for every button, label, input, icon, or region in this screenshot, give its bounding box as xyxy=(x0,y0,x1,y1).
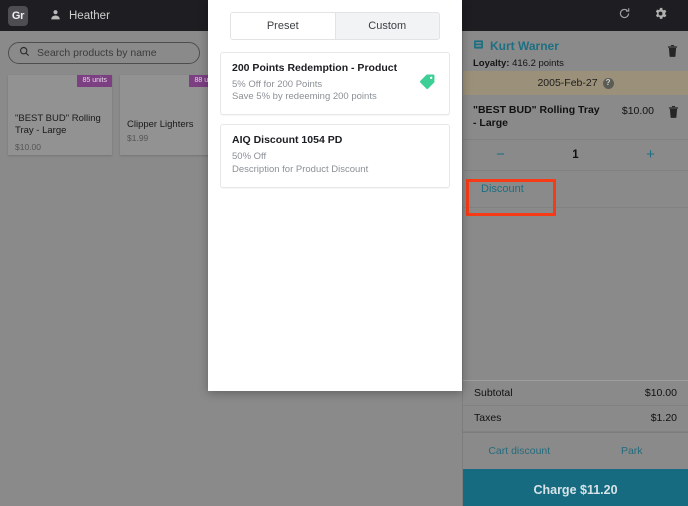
user-menu[interactable]: Heather xyxy=(50,7,110,25)
product-grid: 85 units "BEST BUD" Rolling Tray - Large… xyxy=(8,75,224,155)
loyalty-label: Loyalty: xyxy=(473,58,510,69)
discount-option[interactable]: AIQ Discount 1054 PD 50% Off Description… xyxy=(220,124,450,188)
top-bar-actions xyxy=(618,6,680,26)
remove-customer-trash-icon[interactable] xyxy=(667,44,678,62)
discount-title: AIQ Discount 1054 PD xyxy=(232,134,343,147)
discount-description: Save 5% by redeeming 200 points xyxy=(232,91,377,103)
discount-tabs: Preset Custom xyxy=(230,12,440,40)
preset-discount-list: 200 Points Redemption - Product 5% Off f… xyxy=(220,52,450,188)
taxes-label: Taxes xyxy=(474,412,502,425)
discount-link[interactable]: Discount xyxy=(481,183,524,195)
tab-preset[interactable]: Preset xyxy=(231,13,335,39)
user-icon xyxy=(50,7,61,25)
product-price: $1.99 xyxy=(127,133,149,143)
remove-line-item-trash-icon[interactable] xyxy=(668,105,679,123)
user-name: Heather xyxy=(69,9,110,22)
search-input[interactable]: Search products by name xyxy=(8,42,200,64)
product-card[interactable]: 85 units "BEST BUD" Rolling Tray - Large… xyxy=(8,75,112,155)
quantity-value: 1 xyxy=(572,148,579,161)
quantity-decrement-button[interactable]: − xyxy=(463,147,538,162)
product-name: "BEST BUD" Rolling Tray - Large xyxy=(15,113,101,136)
subtotal-label: Subtotal xyxy=(474,386,513,399)
cart-panel: Kurt Warner Loyalty: 416.2 points 2005-F… xyxy=(462,31,688,506)
loyalty-value: 416.2 points xyxy=(512,58,564,69)
customer-summary[interactable]: Kurt Warner Loyalty: 416.2 points xyxy=(463,31,688,71)
line-item-discount-row[interactable]: Discount xyxy=(463,171,688,208)
line-item-price: $10.00 xyxy=(621,105,654,117)
cart-discount-button[interactable]: Cart discount xyxy=(463,445,576,457)
taxes-value: $1.20 xyxy=(650,412,677,425)
discount-option[interactable]: 200 Points Redemption - Product 5% Off f… xyxy=(220,52,450,116)
tag-icon xyxy=(419,73,436,95)
question-mark-icon[interactable]: ? xyxy=(602,77,614,89)
product-name: Clipper Lighters xyxy=(127,119,194,130)
customer-name-line: Kurt Warner xyxy=(473,37,678,55)
park-button[interactable]: Park xyxy=(576,445,688,457)
cart-empty-space xyxy=(463,208,688,380)
product-units-badge: 85 units xyxy=(77,75,112,87)
transaction-date-banner: 2005-Feb-27 ? xyxy=(463,71,688,95)
customer-name: Kurt Warner xyxy=(490,39,559,53)
gear-icon[interactable] xyxy=(653,6,668,26)
loyalty-info: Loyalty: 416.2 points xyxy=(473,58,678,69)
product-price: $10.00 xyxy=(15,142,41,152)
transaction-date: 2005-Feb-27 xyxy=(537,77,598,89)
quantity-increment-button[interactable]: + xyxy=(613,147,688,162)
search-placeholder: Search products by name xyxy=(37,47,157,59)
app-logo[interactable]: Gr xyxy=(8,5,28,26)
refresh-icon[interactable] xyxy=(618,7,631,25)
cart-actions-row: Cart discount Park xyxy=(463,431,688,469)
subtotal-value: $10.00 xyxy=(644,386,677,399)
discount-picker-modal: Preset Custom 200 Points Redemption - Pr… xyxy=(208,0,462,391)
customer-card-icon xyxy=(473,37,484,55)
quantity-stepper: − 1 + xyxy=(463,140,688,171)
pos-application: Gr Heather Search products by name 85 un… xyxy=(0,0,688,506)
line-item-name: "BEST BUD" Rolling Tray - Large xyxy=(473,104,600,130)
discount-subtitle: 5% Off for 200 Points xyxy=(232,78,323,90)
discount-description: Description for Product Discount xyxy=(232,163,369,175)
tab-custom[interactable]: Custom xyxy=(334,13,439,39)
subtotal-row: Subtotal $10.00 xyxy=(463,379,688,406)
search-icon xyxy=(19,44,30,62)
discount-subtitle: 50% Off xyxy=(232,150,267,162)
discount-title: 200 Points Redemption - Product xyxy=(232,62,398,74)
taxes-row: Taxes $1.20 xyxy=(463,406,688,432)
cart-line-item: "BEST BUD" Rolling Tray - Large $10.00 xyxy=(463,95,688,140)
charge-button[interactable]: Charge $11.20 xyxy=(463,468,688,506)
